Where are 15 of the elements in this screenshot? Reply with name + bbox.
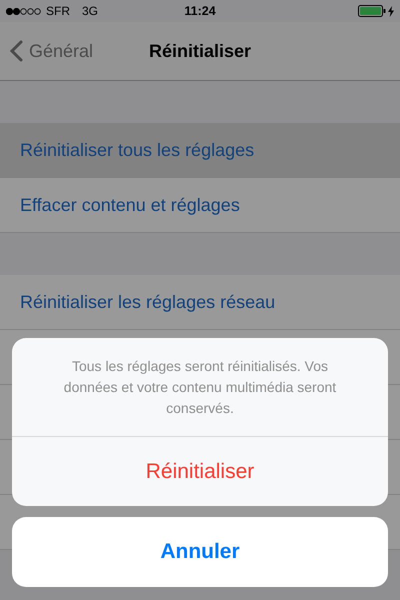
network-type: 3G	[82, 4, 98, 18]
settings-row[interactable]: Effacer contenu et réglages	[0, 178, 400, 233]
signal-icon	[6, 8, 42, 14]
reset-button[interactable]: Réinitialiser	[12, 437, 388, 506]
settings-row[interactable]: Réinitialiser tous les réglages	[0, 123, 400, 178]
screen-title: Réinitialiser	[148, 40, 252, 62]
carrier-name: SFR	[46, 4, 70, 18]
battery-icon	[358, 5, 386, 17]
charging-icon	[388, 6, 394, 16]
chevron-left-icon	[10, 40, 23, 62]
back-button[interactable]: Général	[0, 39, 100, 63]
settings-row[interactable]: Réinitialiser les réglages réseau	[0, 275, 400, 330]
alert-message: Tous les réglages seront réinitialisés. Vos données et votre contenu multimédia seront conservés.	[12, 338, 388, 437]
clock-time: 11:24	[184, 4, 216, 18]
cancel-button[interactable]: Annuler	[12, 517, 388, 587]
